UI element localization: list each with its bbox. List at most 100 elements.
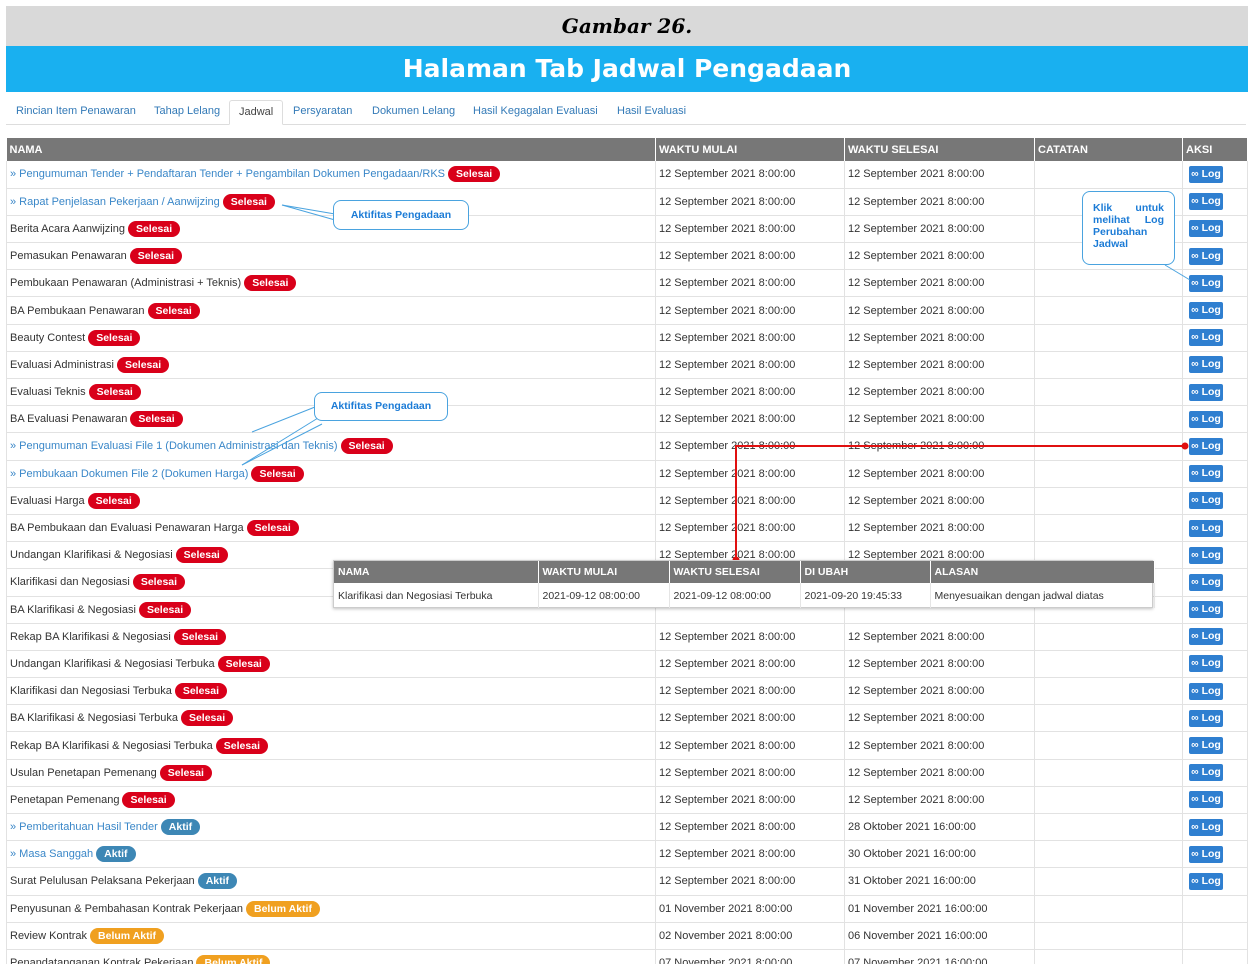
activity-name: Rekap BA Klarifikasi & Negosiasi [10, 630, 171, 643]
activity-link[interactable]: » Pengumuman Tender + Pendaftaran Tender… [10, 168, 445, 180]
log-button[interactable]: ∞ Log [1189, 791, 1223, 809]
log-button[interactable]: ∞ Log [1189, 274, 1223, 292]
cell-waktu-selesai: 12 September 2021 8:00:00 [844, 650, 1035, 679]
log-button[interactable]: ∞ Log [1189, 220, 1223, 238]
cell-waktu-mulai: 12 September 2021 8:00:00 [655, 296, 845, 325]
log-button[interactable]: ∞ Log [1189, 573, 1223, 591]
cell-catatan [1034, 487, 1183, 515]
tab-rincian-item-penawaran[interactable]: Rincian Item Penawaran [16, 100, 136, 125]
rss-icon: ∞ [1191, 304, 1199, 317]
cell-waktu-mulai: 12 September 2021 8:00:00 [655, 677, 845, 706]
log-button[interactable]: ∞ Log [1189, 628, 1223, 646]
log-button[interactable]: ∞ Log [1189, 682, 1223, 700]
rss-icon: ∞ [1191, 874, 1199, 887]
rss-icon: ∞ [1191, 358, 1199, 371]
tab-tahap-lelang[interactable]: Tahap Lelang [154, 100, 220, 125]
cell-catatan [1034, 324, 1183, 352]
tab-hasil-kegagalan-evaluasi[interactable]: Hasil Kegagalan Evaluasi [473, 100, 598, 125]
log-button[interactable]: ∞ Log [1189, 601, 1223, 619]
cell-nama: Review Kontrak Belum Aktif [6, 922, 656, 950]
log-button[interactable]: ∞ Log [1189, 519, 1223, 537]
activity-name: Beauty Contest [10, 331, 86, 344]
cell-nama: Evaluasi Administrasi Selesai [6, 351, 656, 380]
cell-catatan [1034, 351, 1183, 380]
cell-nama: » Pemberitahuan Hasil Tender Aktif [6, 813, 656, 842]
log-button[interactable]: ∞ Log [1189, 329, 1223, 347]
activity-link[interactable]: » Rapat Penjelasan Pekerjaan / Aanwijzin… [10, 196, 220, 208]
cell-nama: » Pengumuman Evaluasi File 1 (Dokumen Ad… [6, 432, 656, 461]
cell-nama: Penandatanganan Kontrak Pekerjaan Belum A… [6, 949, 656, 964]
cell-aksi: ∞ Log [1182, 215, 1248, 244]
rss-icon: ∞ [1191, 684, 1199, 697]
activity-link[interactable]: » Pemberitahuan Hasil Tender [10, 821, 158, 833]
log-button[interactable]: ∞ Log [1189, 356, 1223, 374]
cell-waktu-selesai: 12 September 2021 8:00:00 [844, 242, 1035, 271]
status-badge: Selesai [448, 166, 501, 183]
status-badge: Selesai [87, 492, 140, 509]
tab-hasil-evaluasi[interactable]: Hasil Evaluasi [617, 100, 686, 125]
rss-icon: ∞ [1191, 439, 1199, 452]
log-button[interactable]: ∞ Log [1189, 845, 1223, 863]
log-button[interactable]: ∞ Log [1189, 709, 1223, 727]
cell-aksi: ∞ Log [1182, 867, 1248, 896]
log-button[interactable]: ∞ Log [1189, 818, 1223, 836]
log-button[interactable]: ∞ Log [1189, 193, 1223, 211]
log-cell-alasan: Menyesuaikan dengan jadwal diatas [930, 583, 1155, 608]
rss-icon: ∞ [1191, 222, 1199, 235]
rss-icon: ∞ [1191, 331, 1199, 344]
log-button[interactable]: ∞ Log [1189, 247, 1223, 265]
log-button[interactable]: ∞ Log [1189, 410, 1223, 428]
cell-waktu-mulai: 12 September 2021 8:00:00 [655, 487, 845, 515]
log-button[interactable]: ∞ Log [1189, 655, 1223, 673]
activity-link[interactable]: » Pengumuman Evaluasi File 1 (Dokumen Ad… [10, 440, 338, 452]
rss-icon: ∞ [1191, 711, 1199, 724]
log-button[interactable]: ∞ Log [1189, 302, 1223, 320]
activity-link[interactable]: » Pembukaan Dokumen File 2 (Dokumen Harg… [10, 468, 248, 480]
log-button[interactable]: ∞ Log [1189, 492, 1223, 510]
status-badge: Selesai [175, 547, 228, 564]
cell-nama: Rekap BA Klarifikasi & Negosiasi Selesai [6, 623, 656, 651]
cell-catatan [1034, 704, 1183, 733]
table-row: Undangan Klarifikasi & Negosiasi Terbuka… [6, 650, 1248, 679]
log-button-label: Log [1201, 847, 1221, 860]
tab-dokumen-lelang[interactable]: Dokumen Lelang [372, 100, 455, 125]
log-button-label: Log [1201, 412, 1221, 425]
table-header-row: NAMA WAKTU MULAI WAKTU SELESAI CATATAN A… [6, 138, 1248, 161]
cell-nama: Rekap BA Klarifikasi & Negosiasi Terbuka… [6, 731, 656, 760]
cell-aksi: ∞ Log [1182, 324, 1248, 352]
status-badge: Selesai [138, 601, 192, 618]
tab-persyaratan[interactable]: Persyaratan [293, 100, 352, 125]
cell-waktu-selesai: 12 September 2021 8:00:00 [844, 324, 1035, 352]
log-button[interactable]: ∞ Log [1189, 872, 1223, 890]
cell-nama: BA Pembukaan Penawaran Selesai [6, 296, 656, 325]
cell-waktu-selesai: 12 September 2021 8:00:00 [844, 786, 1035, 815]
log-button[interactable]: ∞ Log [1189, 737, 1223, 755]
status-badge: Aktif [160, 819, 201, 836]
status-badge: Belum Aktif [90, 927, 164, 944]
cell-aksi: ∞ Log [1182, 677, 1248, 706]
status-badge: Selesai [217, 655, 270, 672]
table-row: Penetapan Pemenang Selesai 12 September 20… [6, 786, 1248, 815]
cell-nama: Klarifikasi dan Negosiasi Terbuka Selesai [6, 677, 656, 706]
table-row: Evaluasi Teknis Selesai 12 September 2021 … [6, 378, 1248, 407]
cell-aksi: ∞ Log [1182, 596, 1248, 624]
cell-waktu-mulai: 12 September 2021 8:00:00 [655, 215, 845, 244]
activity-link[interactable]: » Masa Sanggah [10, 848, 93, 860]
cell-nama: » Rapat Penjelasan Pekerjaan / Aanwijzin… [6, 188, 656, 216]
log-button[interactable]: ∞ Log [1189, 546, 1223, 564]
status-badge: Belum Aktif [246, 900, 320, 917]
log-button[interactable]: ∞ Log [1189, 437, 1223, 455]
status-badge: Selesai [147, 302, 200, 319]
log-button[interactable]: ∞ Log [1189, 165, 1223, 183]
tab-jadwal[interactable]: Jadwal [229, 100, 284, 125]
rss-icon: ∞ [1191, 603, 1199, 616]
rss-icon: ∞ [1191, 847, 1199, 860]
cell-waktu-selesai: 12 September 2021 8:00:00 [844, 188, 1035, 216]
cell-nama: Undangan Klarifikasi & Negosiasi Terbuka… [6, 650, 656, 679]
log-button[interactable]: ∞ Log [1189, 764, 1223, 782]
log-button[interactable]: ∞ Log [1189, 383, 1223, 401]
cell-catatan [1034, 922, 1183, 950]
cell-waktu-selesai: 12 September 2021 8:00:00 [844, 351, 1035, 380]
log-button[interactable]: ∞ Log [1189, 465, 1223, 483]
cell-waktu-mulai: 12 September 2021 8:00:00 [655, 731, 845, 760]
